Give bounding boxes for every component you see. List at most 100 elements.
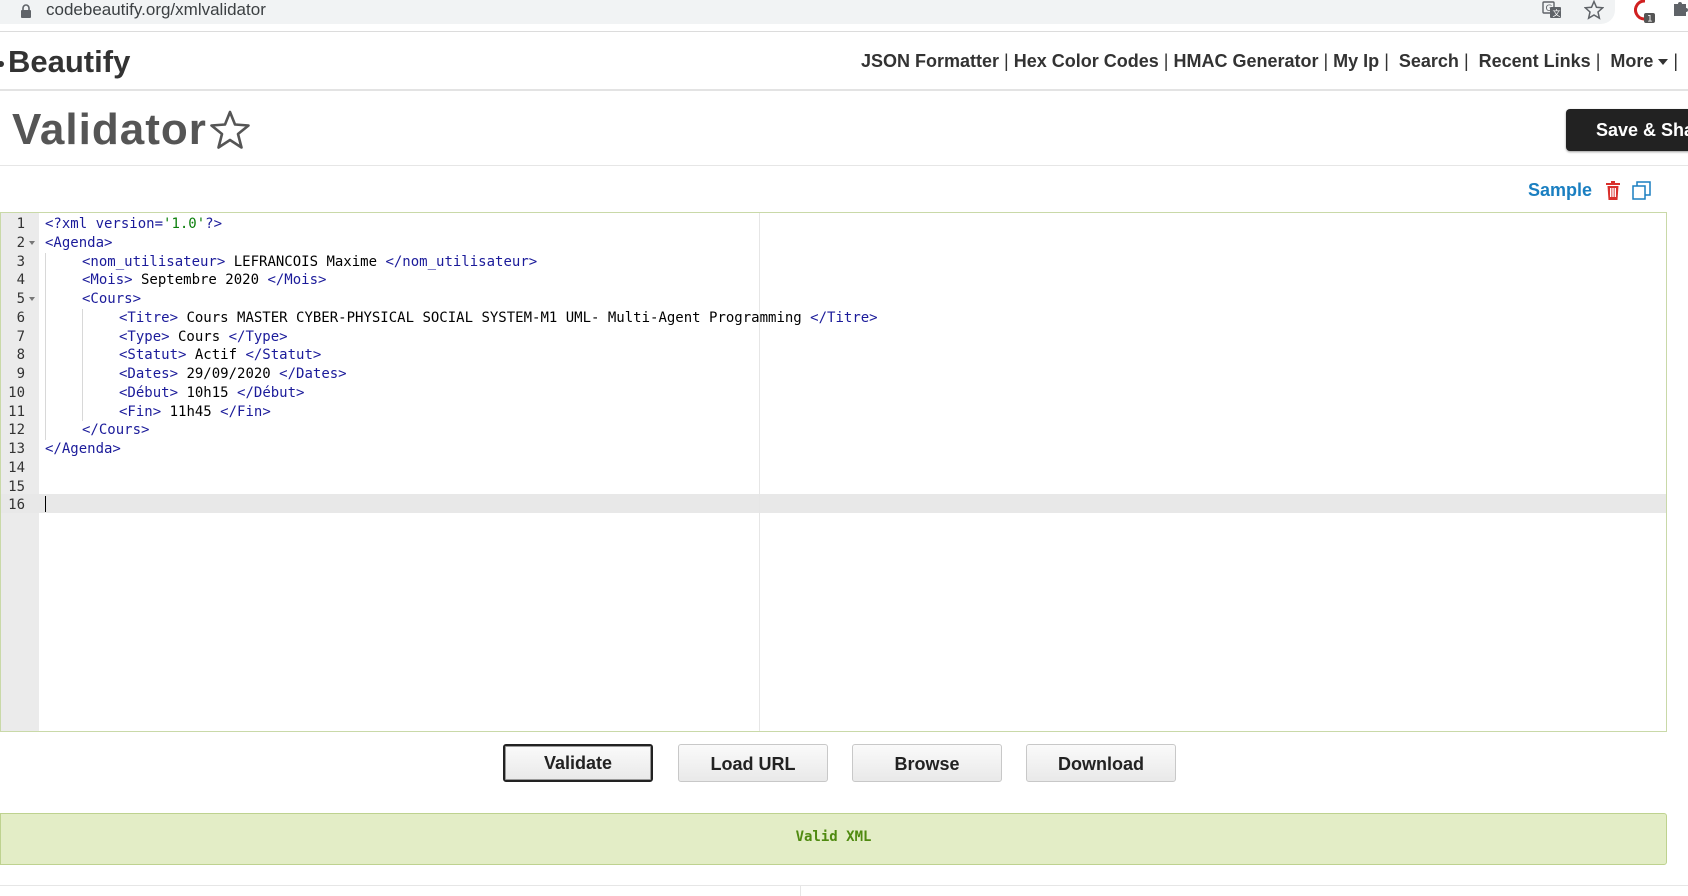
nav-more-dropdown[interactable]: More: [1610, 51, 1669, 71]
xml-text-token: 10h15: [178, 384, 238, 401]
validate-button[interactable]: Validate: [503, 744, 653, 782]
translate-icon[interactable]: G 文: [1542, 1, 1562, 19]
indent-guide: [82, 383, 83, 403]
nav-hex-color-codes[interactable]: Hex Color Codes: [1014, 51, 1159, 71]
extension-icon[interactable]: 1: [1634, 0, 1656, 24]
line-number: 14: [8, 459, 25, 476]
bookmark-star-icon[interactable]: [1584, 0, 1604, 20]
code-line[interactable]: 1 <?xml version='1.0'?>: [1, 215, 1666, 234]
code-line[interactable]: 12 </Cours>: [1, 421, 1666, 440]
logo-dot: [0, 60, 4, 67]
lock-icon[interactable]: [20, 4, 32, 18]
code-line[interactable]: 10 <Début> 10h15 </Début>: [1, 383, 1666, 403]
indent-guide: [45, 402, 46, 422]
url-text[interactable]: codebeautify.org/xmlvalidator: [46, 0, 266, 20]
chevron-down-icon: [1658, 59, 1669, 66]
xml-tag-token: <Début>: [119, 384, 179, 401]
trash-icon[interactable]: [1605, 181, 1621, 200]
indent-guide: [82, 365, 83, 384]
code-text: <Mois> Septembre 2020 </Mois>: [82, 271, 326, 290]
xml-text-token: Cours: [169, 328, 229, 345]
code-line[interactable]: 11 <Fin> 11h45 </Fin>: [1, 402, 1666, 422]
nav-search[interactable]: Search: [1399, 51, 1459, 71]
line-number: 6: [16, 309, 25, 326]
indent-guide: [45, 346, 46, 365]
puzzle-icon[interactable]: [1672, 0, 1688, 18]
footer-split: [800, 885, 801, 896]
line-number: 15: [8, 478, 25, 495]
code-line[interactable]: 14: [1, 459, 1666, 478]
line-number: 2: [16, 234, 25, 251]
download-button[interactable]: Download: [1026, 744, 1176, 782]
indent-guide: [45, 290, 46, 309]
code-text: </Agenda>: [45, 440, 121, 459]
nav-json-formatter[interactable]: JSON Formatter: [861, 51, 999, 71]
site-header: Beautify JSON Formatter | Hex Color Codes |…: [0, 31, 1688, 91]
address-bar[interactable]: codebeautify.org/xmlvalidator G 文: [0, 0, 1615, 24]
code-text: <Dates> 29/09/2020 </Dates>: [119, 365, 347, 384]
nav-recent-links[interactable]: Recent Links: [1479, 51, 1591, 71]
code-line[interactable]: 6 <Titre> Cours MASTER CYBER-PHYSICAL SOC…: [1, 308, 1666, 328]
save-share-button[interactable]: Save & Sha: [1566, 109, 1688, 151]
code-line[interactable]: 16: [1, 496, 1666, 515]
code-line[interactable]: 13 </Agenda>: [1, 440, 1666, 459]
footer-divider: [0, 885, 1688, 886]
code-line[interactable]: 5 <Cours>: [1, 290, 1666, 309]
indent-guide: [45, 252, 46, 272]
line-number: 13: [8, 441, 25, 457]
nav-more-label: More: [1610, 51, 1654, 71]
sample-link[interactable]: Sample: [1528, 180, 1592, 201]
xml-tag-token: </Type>: [228, 328, 288, 345]
indent-guide: [45, 383, 46, 403]
fold-arrow-icon[interactable]: [29, 240, 35, 245]
line-number: 3: [16, 253, 25, 270]
code-line[interactable]: 15: [1, 478, 1666, 497]
line-number: 5: [16, 291, 25, 307]
xml-tag-token: </Titre>: [810, 309, 878, 326]
copy-icon[interactable]: [1632, 181, 1651, 200]
line-number: 8: [16, 347, 25, 364]
favorite-star-icon[interactable]: [209, 109, 251, 151]
extension-badge: 1: [1647, 15, 1653, 25]
nav-my-ip[interactable]: My Ip: [1333, 51, 1379, 71]
indent-guide: [45, 365, 46, 384]
code-text: <Type> Cours </Type>: [119, 328, 288, 347]
browse-button[interactable]: Browse: [852, 744, 1002, 782]
code-line[interactable]: 3 <nom_utilisateur> LEFRANCOIS Maxime </n…: [1, 252, 1666, 272]
indent-guide: [45, 308, 46, 328]
load-url-button[interactable]: Load URL: [678, 744, 828, 782]
site-logo[interactable]: Beautify: [0, 44, 130, 80]
xml-string-token: '1.0': [163, 216, 206, 232]
code-line[interactable]: 7 <Type> Cours </Type>: [1, 327, 1666, 347]
xml-tag-token: </Cours>: [82, 422, 150, 439]
code-line[interactable]: 4 <Mois> Septembre 2020 </Mois>: [1, 271, 1666, 290]
code-line[interactable]: 2 <Agenda>: [1, 234, 1666, 253]
nav-separator: |: [1463, 51, 1469, 71]
nav-hmac-generator[interactable]: HMAC Generator: [1173, 51, 1318, 71]
line-number: 7: [16, 328, 25, 345]
code-line[interactable]: 8 <Statut> Actif </Statut>: [1, 346, 1666, 365]
indent-guide: [82, 308, 83, 328]
page-title: Validator: [12, 105, 207, 154]
line-number: 1: [16, 216, 25, 232]
fold-arrow-icon[interactable]: [29, 297, 35, 301]
xml-tag-token: <Mois>: [82, 272, 133, 289]
code-line[interactable]: 9 <Dates> 29/09/2020 </Dates>: [1, 365, 1666, 384]
code-text: <nom_utilisateur> LEFRANCOIS Maxime </no…: [82, 253, 537, 272]
code-lines[interactable]: 1 <?xml version='1.0'?> 2 <Agenda> 3 <nom_uti…: [1, 215, 1666, 515]
code-text: <Début> 10h15 </Début>: [119, 384, 304, 403]
xml-tag-token: <Statut>: [119, 347, 187, 364]
xml-code-editor[interactable]: 1 <?xml version='1.0'?> 2 <Agenda> 3 <nom_uti…: [0, 212, 1667, 732]
line-number: 9: [16, 366, 25, 382]
indent-guide: [45, 327, 46, 347]
line-number: 12: [8, 422, 25, 439]
xml-tag-token: <Type>: [119, 328, 170, 345]
validation-result-panel: Valid XML: [0, 813, 1667, 865]
code-text: <Titre> Cours MASTER CYBER-PHYSICAL SOCI…: [119, 309, 878, 328]
xml-tag-token: <Dates>: [119, 366, 179, 382]
xml-tag-token: ?>: [205, 216, 223, 232]
nav-separator: |: [1595, 51, 1601, 71]
xml-tag-token: </Fin>: [220, 403, 271, 420]
xml-text-token: 29/09/2020: [178, 366, 280, 382]
logo-text: Beautify: [8, 44, 131, 79]
